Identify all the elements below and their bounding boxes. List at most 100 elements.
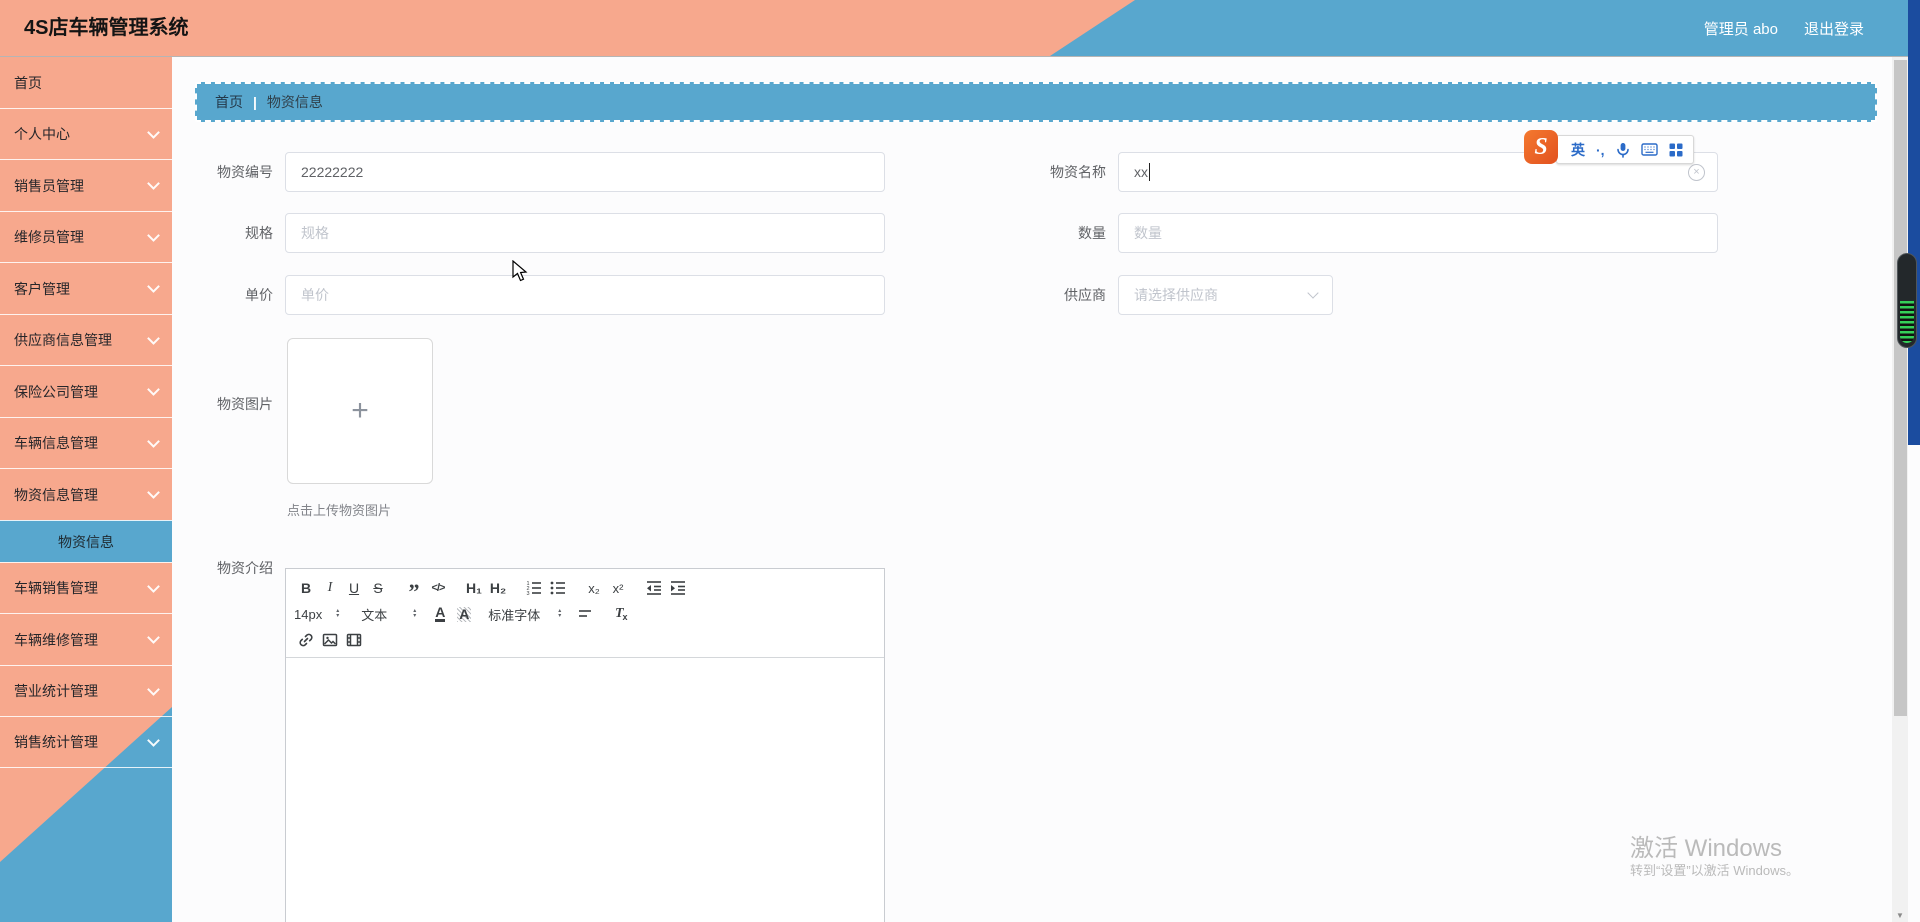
image-icon[interactable]: [318, 628, 342, 652]
breadcrumb: 首页 | 物资信息: [195, 82, 1877, 122]
paragraph-style-select[interactable]: 文本 ▴ ▾: [361, 602, 416, 626]
supplier-label: 供应商: [1064, 287, 1106, 303]
sidebar-item-salesperson-mgmt[interactable]: 销售员管理: [0, 159, 172, 211]
admin-role: 管理员: [1703, 20, 1749, 38]
app-title: 4S店车辆管理系统: [24, 17, 189, 39]
video-icon[interactable]: [342, 628, 366, 652]
ime-tools-grid-icon[interactable]: [1669, 143, 1683, 157]
material-no-input[interactable]: [285, 152, 885, 192]
strikethrough-icon[interactable]: S: [366, 576, 390, 600]
sidebar-item-insurance-mgmt[interactable]: 保险公司管理: [0, 365, 172, 417]
chevron-down-icon: [147, 280, 160, 293]
font-family-select[interactable]: 标准字体 ▴ ▾: [488, 602, 561, 626]
outdent-icon[interactable]: [642, 576, 666, 600]
blockquote-icon[interactable]: ”: [402, 572, 426, 604]
sidebar-item-repairman-mgmt[interactable]: 维修员管理: [0, 211, 172, 262]
supplier-select[interactable]: 请选择供应商: [1118, 275, 1333, 315]
link-icon[interactable]: [294, 628, 318, 652]
toolbar-row-2: 14px ▴ ▾ 文本 ▴ ▾ A A 标准字体 ▴ ▾ T x: [294, 601, 876, 627]
sogou-ime-toolbar: 英 ·,: [1556, 135, 1694, 164]
stepper-icon: ▴ ▾: [336, 608, 340, 619]
bullet-list-icon[interactable]: [546, 576, 570, 600]
sidebar-subitem-label: 物资信息: [58, 533, 114, 550]
admin-name: abo: [1752, 20, 1778, 38]
breadcrumb-home-link[interactable]: 首页: [215, 92, 243, 112]
vertical-scrollbar[interactable]: ▼: [1892, 57, 1908, 922]
chevron-down-icon: [147, 631, 160, 644]
superscript-icon[interactable]: x²: [606, 576, 630, 600]
font-size-select[interactable]: 14px ▴ ▾: [294, 602, 339, 626]
scrollbar-thumb[interactable]: [1893, 60, 1907, 716]
ordered-list-icon[interactable]: 123: [522, 576, 546, 600]
image-upload-dropzone[interactable]: +: [287, 338, 433, 484]
ime-language-mode-button[interactable]: 英: [1571, 140, 1585, 160]
virtual-keyboard-icon[interactable]: [1640, 143, 1658, 156]
align-icon[interactable]: [573, 602, 597, 626]
clear-input-icon[interactable]: ×: [1688, 164, 1705, 181]
clean-format-icon[interactable]: Tx: [609, 602, 633, 626]
extension-handle-stripes: [1900, 301, 1914, 343]
sidebar-item-label: 车辆维修管理: [14, 631, 98, 648]
admin-user-label[interactable]: 管理员 abo: [1704, 18, 1778, 39]
sidebar-item-sales-stats-mgmt[interactable]: 销售统计管理: [0, 716, 172, 768]
chevron-down-icon: [147, 682, 160, 696]
toolbar-row-3: [294, 627, 876, 653]
spec-input[interactable]: [285, 213, 885, 253]
sidebar-item-vehicle-sales-mgmt[interactable]: 车辆销售管理: [0, 562, 172, 613]
header-right: 管理员 abo 退出登录: [1704, 0, 1864, 56]
heading1-icon[interactable]: H₁: [462, 576, 486, 600]
sidebar-item-label: 个人中心: [14, 126, 70, 142]
sidebar-item-label: 维修员管理: [14, 229, 84, 245]
sidebar-item-vehicle-info-mgmt[interactable]: 车辆信息管理: [0, 417, 172, 468]
sidebar-subitem-material-info-active[interactable]: 物资信息: [0, 520, 172, 562]
editor-content-area[interactable]: [286, 658, 884, 922]
background-color-icon[interactable]: A: [452, 602, 476, 626]
extension-handle[interactable]: [1897, 253, 1917, 348]
heading2-icon[interactable]: H₂: [486, 576, 510, 600]
sidebar-item-label: 首页: [14, 74, 42, 91]
main-content: 首页 | 物资信息 物资编号 物资名称 × 规格 数量 单价 供应商 请选择供应…: [172, 56, 1920, 922]
scrollbar-down-arrow[interactable]: ▼: [1893, 911, 1907, 920]
sidebar-item-material-info-mgmt[interactable]: 物资信息管理: [0, 468, 172, 520]
text-color-icon[interactable]: A: [428, 602, 452, 626]
text-caret: [1149, 163, 1150, 181]
sidebar-item-label: 销售统计管理: [14, 734, 98, 750]
sidebar: 首页 个人中心 销售员管理 维修员管理 客户管理 供应商信息管理 保险公司管理 …: [0, 56, 172, 922]
sidebar-item-label: 客户管理: [14, 280, 70, 297]
richtext-editor: B I U S ” </> H₁ H₂ 123 x₂ x² 14px ▴ ▾ 文…: [285, 568, 885, 922]
editor-toolbar: B I U S ” </> H₁ H₂ 123 x₂ x² 14px ▴ ▾ 文…: [286, 569, 884, 658]
plus-icon: +: [351, 394, 369, 427]
sidebar-item-label: 营业统计管理: [14, 683, 98, 699]
quantity-input[interactable]: [1118, 213, 1718, 253]
italic-icon[interactable]: I: [318, 576, 342, 600]
browser-extension-strip: [1908, 0, 1920, 445]
sidebar-item-personal-center[interactable]: 个人中心: [0, 108, 172, 159]
stepper-icon: ▴ ▾: [558, 608, 562, 619]
indent-icon[interactable]: [666, 576, 690, 600]
logout-button[interactable]: 退出登录: [1804, 18, 1864, 39]
sidebar-item-business-stats-mgmt[interactable]: 营业统计管理: [0, 665, 172, 716]
sidebar-item-customer-mgmt[interactable]: 客户管理: [0, 262, 172, 314]
sidebar-item-vehicle-repair-mgmt[interactable]: 车辆维修管理: [0, 613, 172, 665]
upload-hint-text: 点击上传物资图片: [287, 503, 392, 518]
code-block-icon[interactable]: </>: [426, 576, 450, 600]
chevron-down-icon: [147, 177, 160, 190]
spec-label: 规格: [245, 225, 273, 241]
subscript-icon[interactable]: x₂: [582, 576, 606, 600]
material-intro-label: 物资介绍: [217, 560, 273, 576]
chevron-down-icon: [147, 228, 160, 242]
ime-punctuation-button[interactable]: ·,: [1596, 142, 1605, 158]
unit-price-input[interactable]: [285, 275, 885, 315]
sidebar-item-home[interactable]: 首页: [0, 56, 172, 108]
unit-price-label: 单价: [245, 287, 273, 303]
stepper-icon: ▴ ▾: [413, 608, 417, 619]
chevron-down-icon: [147, 331, 160, 345]
underline-icon[interactable]: U: [342, 576, 366, 600]
microphone-icon[interactable]: [1616, 142, 1630, 158]
sogou-ime-logo[interactable]: S: [1524, 130, 1558, 164]
sidebar-item-supplier-info-mgmt[interactable]: 供应商信息管理: [0, 314, 172, 365]
bold-icon[interactable]: B: [294, 576, 318, 600]
sidebar-item-label: 保险公司管理: [14, 383, 98, 400]
chevron-down-icon: [147, 125, 160, 139]
font-family-value: 标准字体: [488, 607, 541, 623]
